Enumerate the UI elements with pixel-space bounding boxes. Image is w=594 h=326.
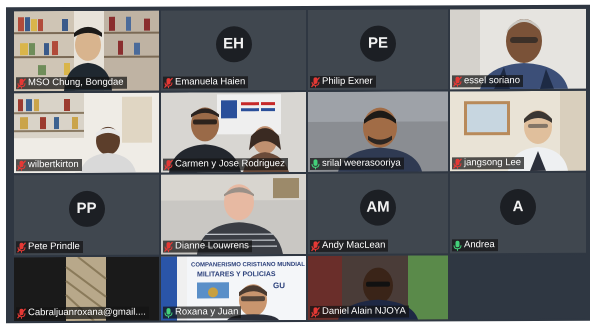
participant-name: Roxana y Juan: [175, 306, 239, 318]
participant-name-label: Philip Exner: [310, 75, 376, 88]
participant-name-label: Andy MacLean: [310, 239, 389, 252]
participant-name-label: Cabraljuanroxana@gmail....: [16, 306, 149, 320]
participant-name: essel soriano: [464, 75, 520, 87]
muted-mic-icon: [453, 75, 462, 87]
participant-name: Andy MacLean: [322, 239, 386, 251]
participant-name-label: wilbertkirton: [16, 158, 82, 172]
banner-line-1: COMPANERISMO CRISTIANO MUNDIAL: [191, 262, 305, 268]
participant-tile[interactable]: MSO Chung, Bongdae: [14, 10, 159, 92]
participant-name-label: Emanuela Haien: [163, 76, 249, 89]
participant-tile[interactable]: COMPANERISMO CRISTIANO MUNDIAL MILITARES…: [161, 255, 306, 321]
muted-mic-icon: [17, 241, 26, 253]
participant-tile[interactable]: PE Philip Exner: [308, 9, 448, 90]
participant-tile[interactable]: EH Emanuela Haien: [161, 9, 306, 91]
muted-mic-icon: [164, 159, 173, 170]
muted-mic-icon: [17, 307, 26, 319]
muted-mic-icon: [311, 76, 320, 87]
participant-name: Pete Prindle: [28, 240, 80, 253]
participant-name: Andrea: [464, 239, 495, 251]
participant-name-label: Pete Prindle: [16, 240, 83, 254]
avatar: PE: [360, 25, 396, 62]
participant-name: Dianne Louwrens: [175, 240, 249, 252]
muted-mic-icon: [164, 241, 173, 252]
participant-name-label: MSO Chung, Bongdae: [16, 76, 127, 90]
participant-tile[interactable]: Carmen y Jose Rodriguez: [161, 91, 306, 173]
participant-tile[interactable]: Dianne Louwrens: [161, 173, 306, 255]
banner-line-3: GU: [273, 281, 285, 290]
participant-name: Daniel Alain NJOYA: [322, 305, 406, 317]
participant-name-label: srilal weerasooriya: [310, 157, 404, 170]
avatar: AM: [360, 189, 396, 226]
participant-name: Cabraljuanroxana@gmail....: [28, 306, 146, 319]
participant-name: Emanuela Haien: [175, 76, 246, 88]
muted-mic-icon: [311, 306, 320, 317]
participant-tile[interactable]: srilal weerasooriya: [308, 91, 448, 172]
participant-name-label: Dianne Louwrens: [163, 240, 252, 253]
participant-tile[interactable]: Cabraljuanroxana@gmail....: [14, 256, 159, 322]
participant-name-label: essel soriano: [452, 75, 523, 88]
participant-name: srilal weerasooriya: [322, 157, 401, 169]
active-mic-icon: [311, 158, 320, 169]
participant-name: Philip Exner: [322, 75, 373, 87]
muted-mic-icon: [164, 77, 173, 88]
video-grid: MSO Chung, Bongdae EH Emanuela Haien PE …: [6, 4, 590, 324]
participant-tile[interactable]: essel soriano: [450, 8, 586, 90]
participant-tile[interactable]: AM Andy MacLean: [308, 173, 448, 254]
participant-tile[interactable]: PP Pete Prindle: [14, 174, 159, 256]
participant-tile[interactable]: jangsong Lee: [450, 90, 586, 172]
participant-name-label: Carmen y Jose Rodriguez: [163, 158, 288, 171]
active-mic-icon: [453, 240, 462, 251]
participant-name-label: Daniel Alain NJOYA: [310, 305, 409, 318]
participant-name: wilbertkirton: [28, 158, 79, 171]
participant-name: MSO Chung, Bongdae: [28, 76, 124, 89]
participant-name-label: Roxana y Juan: [163, 306, 242, 319]
participant-name-label: Andrea: [452, 239, 498, 252]
participant-name: jangsong Lee: [464, 157, 522, 169]
empty-tile: [450, 254, 586, 320]
muted-mic-icon: [17, 77, 26, 89]
avatar: EH: [215, 25, 252, 62]
avatar: A: [500, 188, 536, 225]
active-mic-icon: [164, 307, 173, 318]
avatar: PP: [68, 190, 105, 227]
participant-tile[interactable]: A Andrea: [450, 172, 586, 254]
participant-name: Carmen y Jose Rodriguez: [175, 158, 285, 170]
participant-name-label: jangsong Lee: [452, 157, 525, 170]
banner-line-2: MILITARES Y POLICIAS: [197, 271, 276, 278]
muted-mic-icon: [17, 159, 26, 171]
muted-mic-icon: [453, 157, 462, 169]
muted-mic-icon: [311, 240, 320, 251]
participant-tile[interactable]: Daniel Alain NJOYA: [308, 255, 448, 320]
participant-tile[interactable]: wilbertkirton: [14, 92, 159, 174]
